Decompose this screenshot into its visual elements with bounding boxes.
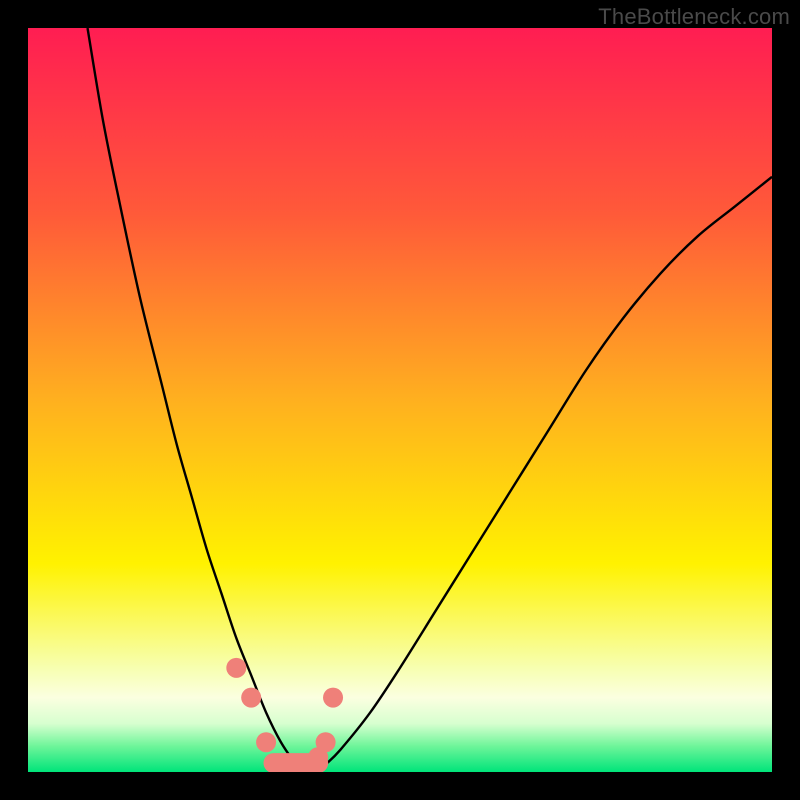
watermark-text: TheBottleneck.com — [598, 4, 790, 30]
plot-background — [28, 28, 772, 772]
chart-stage: TheBottleneck.com — [0, 0, 800, 800]
bottleneck-plot — [0, 0, 800, 800]
